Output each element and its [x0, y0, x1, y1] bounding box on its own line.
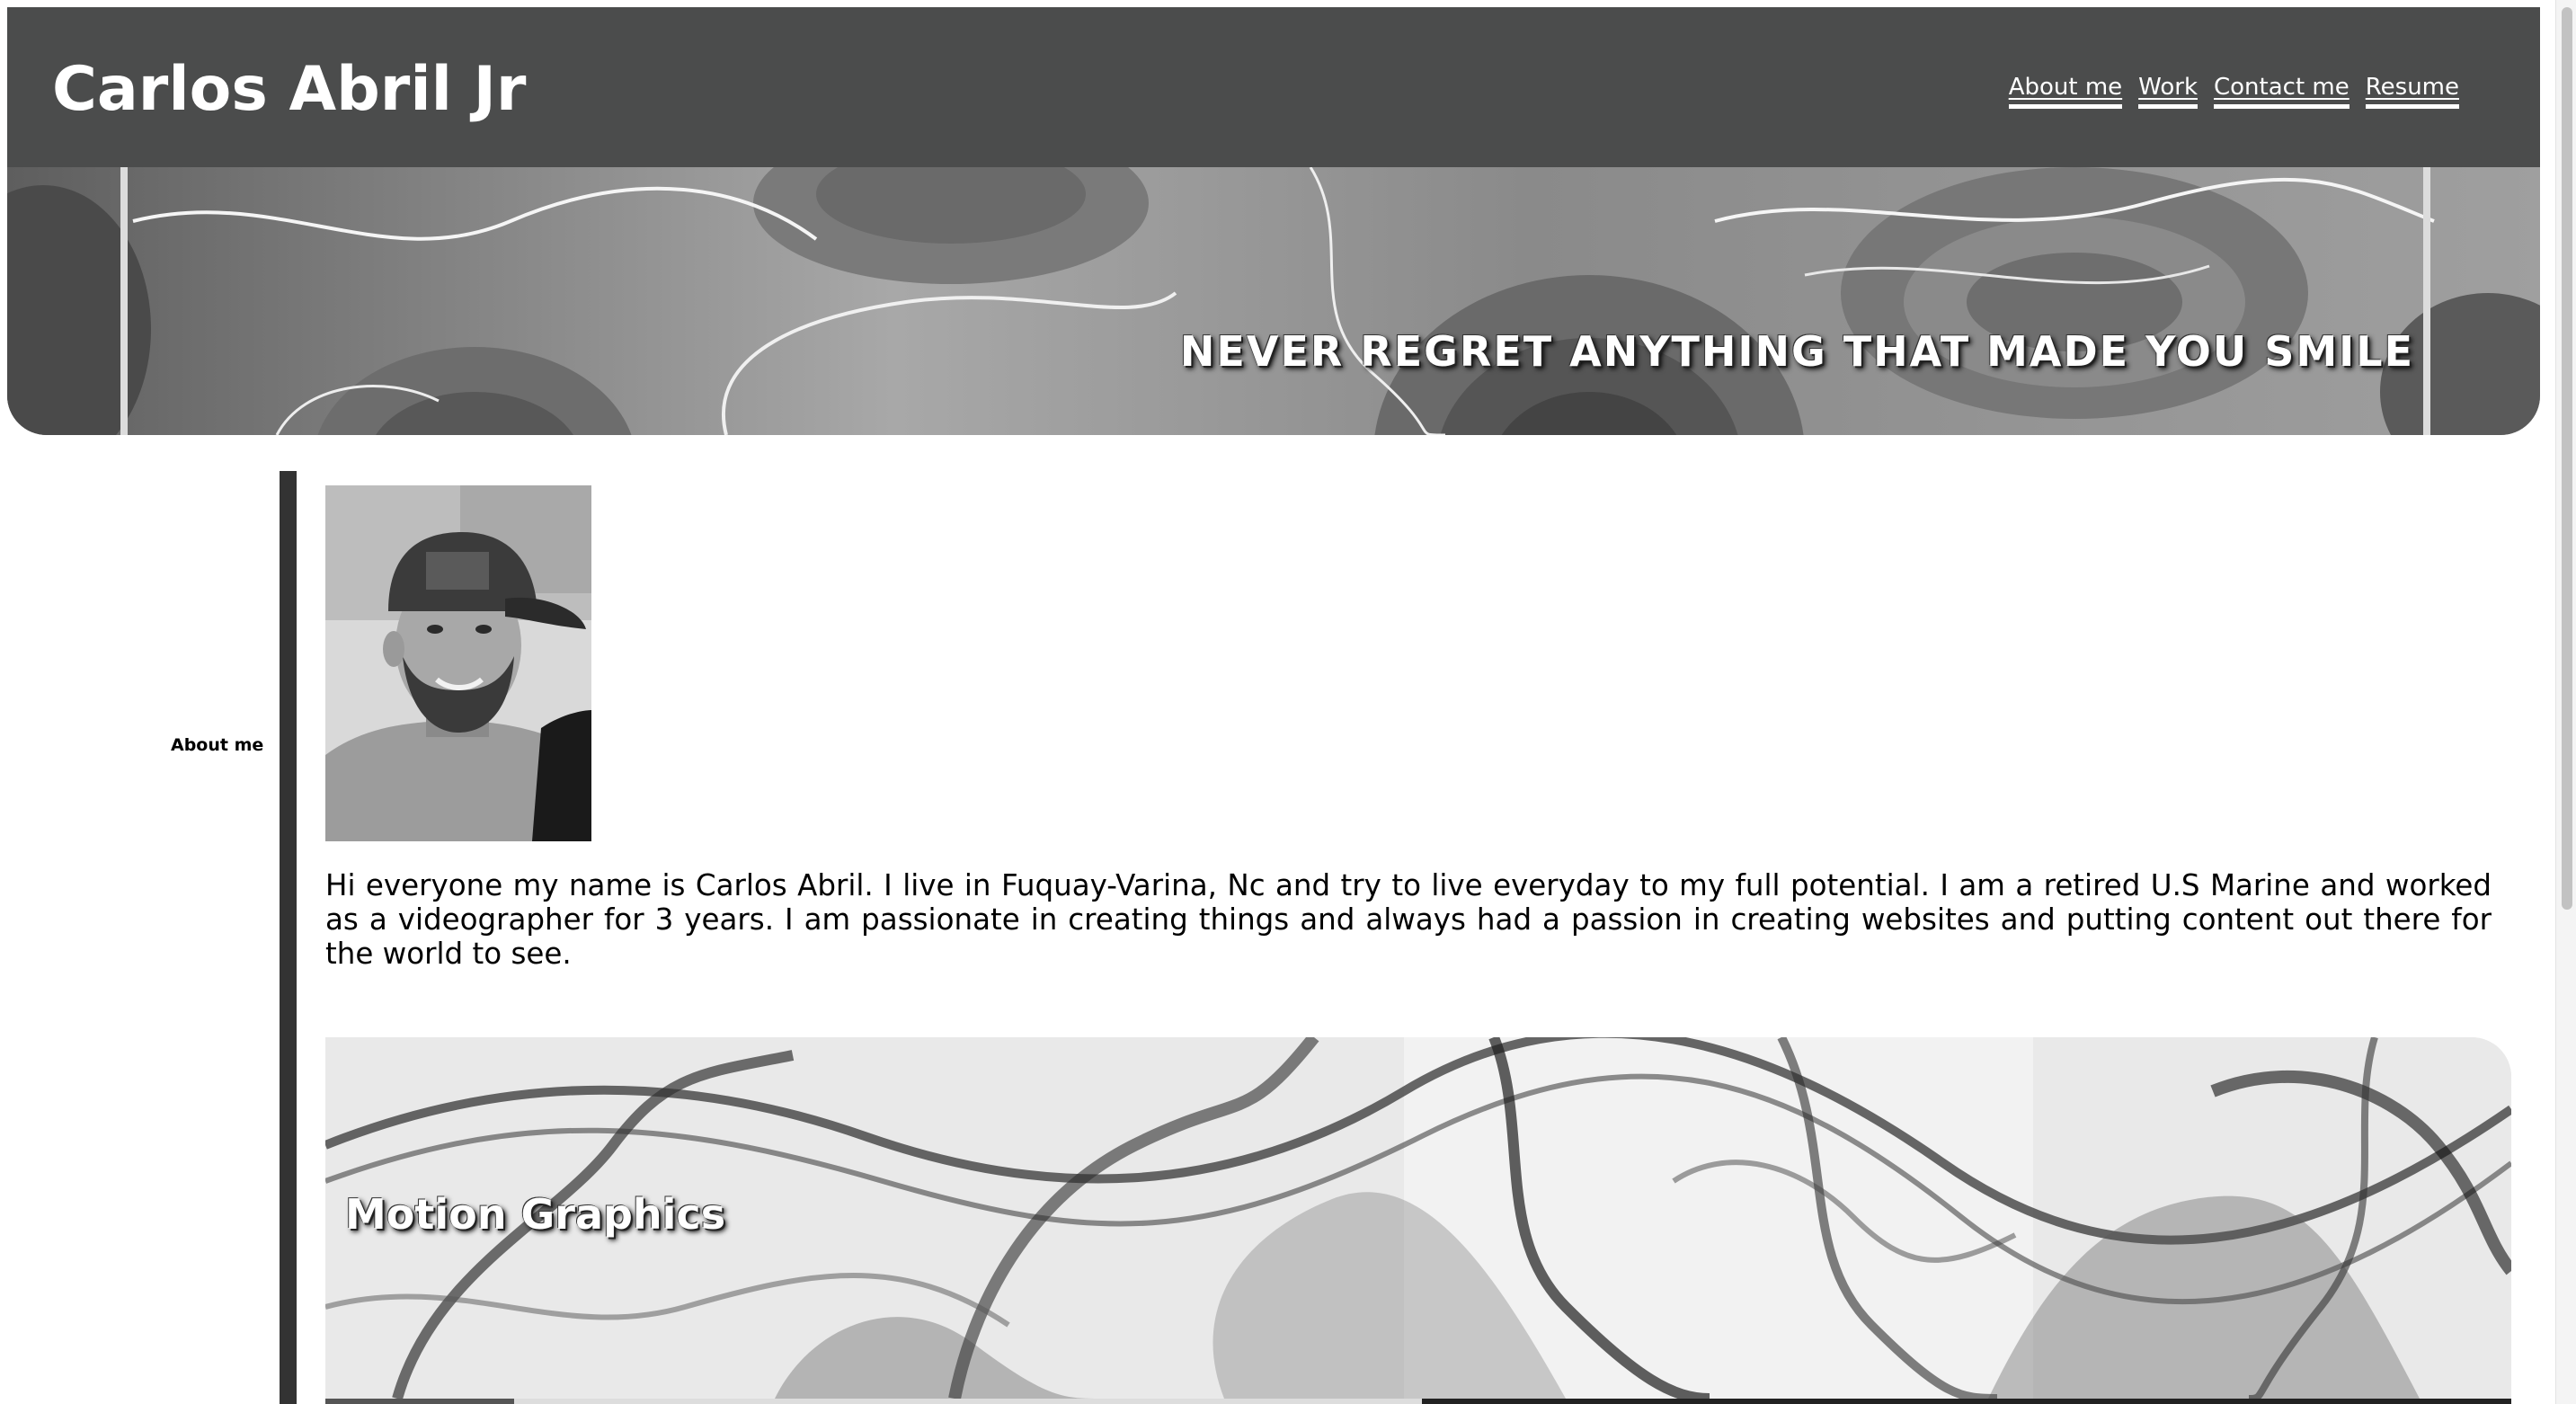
motion-graphics-card[interactable]: Motion Graphics [325, 1037, 2511, 1399]
topographic-banner-image [7, 167, 2540, 435]
about-paragraph: Hi everyone my name is Carlos Abril. I l… [325, 868, 2492, 971]
sidebar-divider [280, 471, 297, 1404]
site-header: Carlos Abril Jr About me Work Contact me… [7, 7, 2540, 167]
scrollbar-thumb[interactable] [2562, 7, 2572, 910]
nav-link-resume[interactable]: Resume [2365, 72, 2459, 109]
profile-photo [325, 485, 591, 841]
site-title: Carlos Abril Jr [52, 54, 527, 125]
profile-photo-image [325, 485, 591, 841]
vertical-scrollbar[interactable] [2555, 0, 2576, 1404]
hero-banner: NEVER REGRET ANYTHING THAT MADE YOU SMIL… [7, 167, 2540, 435]
page: Carlos Abril Jr About me Work Contact me… [0, 0, 2576, 1404]
banner-tagline: NEVER REGRET ANYTHING THAT MADE YOU SMIL… [1179, 327, 2414, 376]
nav-link-work[interactable]: Work [2138, 72, 2198, 109]
motion-graphics-title: Motion Graphics [345, 1190, 726, 1239]
next-card-edge [325, 1399, 2511, 1404]
sidebar-section-label: About me [171, 735, 264, 755]
main-nav: About me Work Contact me Resume [2008, 72, 2459, 109]
nav-link-contact-me[interactable]: Contact me [2214, 72, 2349, 109]
nav-link-about-me[interactable]: About me [2008, 72, 2123, 109]
